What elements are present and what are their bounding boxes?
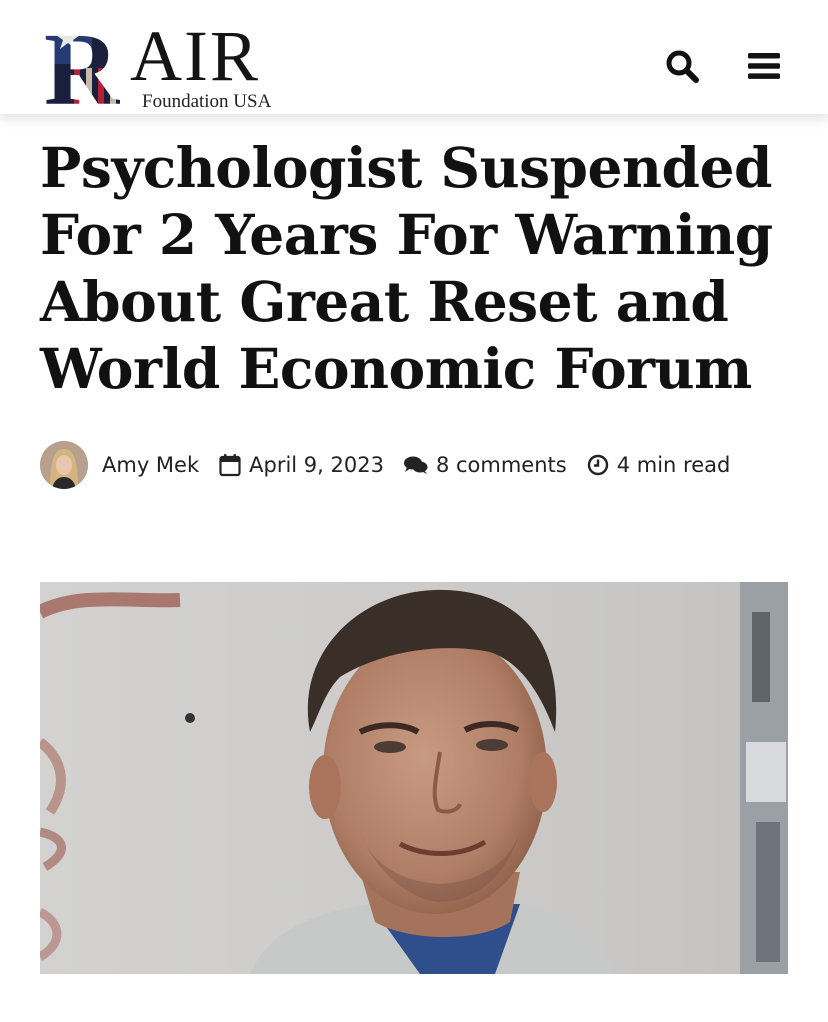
- comments-count: 8 comments: [435, 453, 567, 477]
- read-time-text: 4 min read: [616, 453, 731, 477]
- comments-link[interactable]: 8 comments: [403, 453, 567, 477]
- publish-date: April 9, 2023: [219, 453, 384, 477]
- menu-icon: [748, 53, 780, 79]
- clock-icon: [587, 454, 608, 476]
- avatar-image: [40, 441, 88, 489]
- read-time: 4 min read: [587, 453, 731, 477]
- search-icon: [666, 50, 699, 83]
- logo-r-flag: R: [44, 16, 121, 112]
- logo-wordmark: AIR: [130, 16, 260, 96]
- article-hero-image: [40, 582, 788, 974]
- site-header: R AIR Foundation USA: [0, 0, 828, 114]
- comments-icon: [403, 456, 428, 474]
- article-meta: Amy Mek April 9, 2023 8 comments 4 min r…: [40, 440, 800, 490]
- search-button[interactable]: [662, 46, 702, 86]
- author-avatar[interactable]: [40, 441, 88, 489]
- author-name[interactable]: Amy Mek: [102, 453, 199, 477]
- site-logo[interactable]: R AIR Foundation USA: [44, 16, 294, 114]
- hero-photo: [40, 582, 788, 974]
- calendar-icon: [219, 454, 241, 477]
- logo-subtitle: Foundation USA: [142, 91, 272, 112]
- publish-date-text: April 9, 2023: [249, 453, 384, 477]
- article-title: Psychologist Suspended For 2 Years For W…: [40, 135, 773, 401]
- menu-button[interactable]: [744, 46, 784, 86]
